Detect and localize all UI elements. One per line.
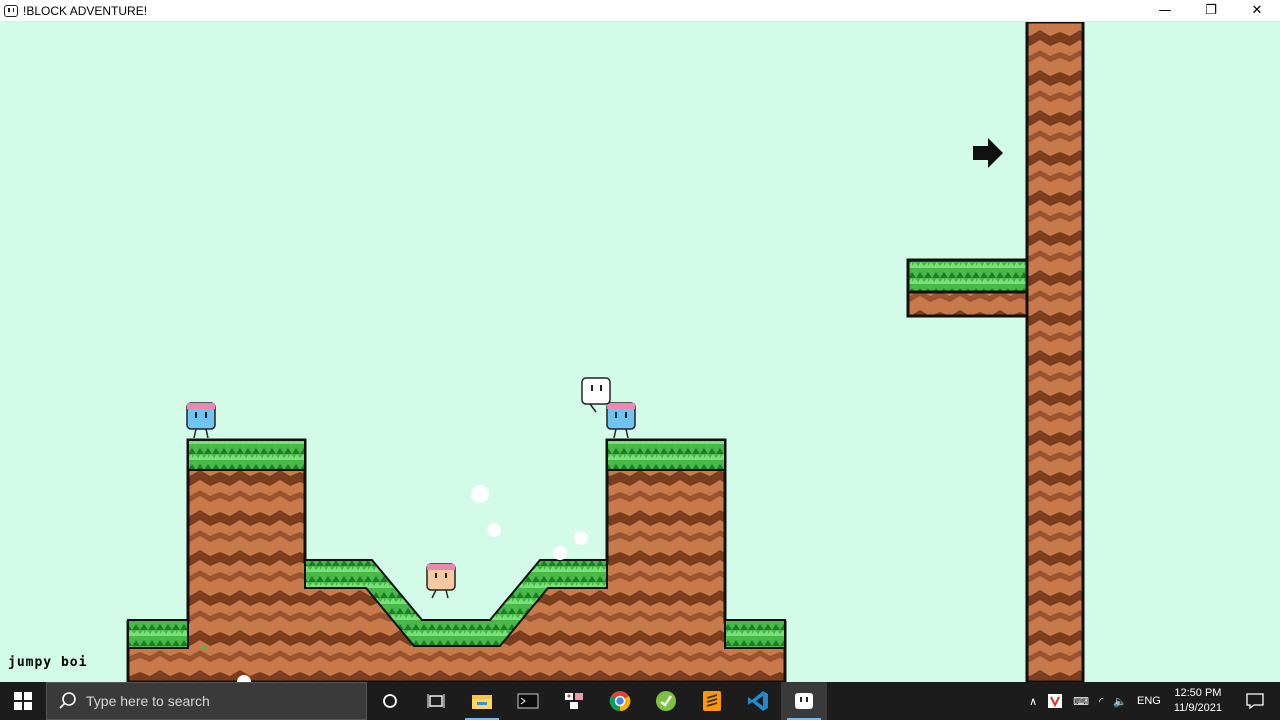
block-adventure-icon [795, 693, 813, 709]
system-tray: ∧ ⌨ ◜ 🔈 ENG 12:50 PM 11/9/2021 [1024, 682, 1280, 720]
restore-button[interactable]: ❐ [1188, 0, 1234, 21]
wifi-icon: ◜ [1099, 695, 1104, 708]
wifi-button[interactable]: ◜ [1094, 682, 1108, 720]
vscode-icon [748, 691, 768, 711]
app-icon [565, 693, 583, 709]
ground-terrain [126, 438, 787, 682]
task-view-button[interactable] [413, 682, 459, 720]
clock[interactable]: 12:50 PM 11/9/2021 [1166, 686, 1230, 716]
taskbar: Type here to search ∧ ⌨ ◜ 🔈 ENG 12:50 PM… [0, 682, 1280, 720]
search-placeholder: Type here to search [86, 693, 210, 709]
window-titlebar: !BLOCK ADVENTURE! — ❐ ✕ [0, 0, 1280, 22]
search-icon [59, 692, 76, 709]
misc-app-button[interactable] [551, 682, 597, 720]
ime-icon: ⌨ [1073, 695, 1090, 708]
file-explorer-button[interactable] [459, 682, 505, 720]
sublime-button[interactable] [689, 682, 735, 720]
file-explorer-icon [472, 695, 492, 709]
search-input[interactable]: Type here to search [46, 682, 367, 720]
chrome-icon [609, 691, 631, 712]
terminal-icon [517, 693, 539, 709]
sparkle [202, 645, 206, 649]
windows-logo-icon [14, 692, 32, 710]
app-icon [4, 4, 18, 17]
sublime-icon [703, 691, 721, 711]
minimize-button[interactable]: — [1142, 0, 1188, 21]
green-app-button[interactable] [643, 682, 689, 720]
notification-icon [1246, 693, 1264, 709]
clock-date: 11/9/2021 [1173, 702, 1222, 714]
vscode-button[interactable] [735, 682, 781, 720]
language-button[interactable]: ENG [1132, 682, 1166, 720]
cortana-button[interactable] [367, 682, 413, 720]
ime-button[interactable]: ⌨ [1068, 682, 1094, 720]
clock-time: 12:50 PM [1174, 687, 1222, 699]
chrome-button[interactable] [597, 682, 643, 720]
volume-icon: 🔈 [1113, 695, 1128, 708]
close-button[interactable]: ✕ [1234, 0, 1280, 21]
start-button[interactable] [0, 682, 46, 720]
enemy-blue-block-right [606, 402, 636, 439]
task-view-icon [427, 694, 445, 708]
tall-pillar [1025, 22, 1085, 682]
chevron-up-icon: ∧ [1029, 695, 1038, 708]
volume-button[interactable]: 🔈 [1108, 682, 1132, 720]
window-title: !BLOCK ADVENTURE! [23, 3, 148, 18]
floating-platform [906, 258, 1029, 318]
player-white-block [581, 377, 611, 413]
block-adventure-taskbar-button[interactable] [781, 682, 827, 720]
tray-app-button[interactable] [1042, 682, 1068, 720]
terminal-button[interactable] [505, 682, 551, 720]
vivaldi-icon [1048, 694, 1063, 708]
enemy-peach-block [426, 563, 456, 599]
game-scene [126, 22, 1085, 682]
player-name-label: jumpy boi [8, 655, 88, 670]
game-canvas[interactable]: jumpy boi [0, 22, 1280, 682]
window-controls: — ❐ ✕ [1142, 0, 1280, 21]
notifications-button[interactable] [1230, 682, 1280, 720]
enemy-blue-block-left [186, 402, 216, 439]
cortana-icon [383, 694, 397, 708]
arrow-right-icon [973, 138, 1003, 168]
app-green-icon [656, 691, 676, 711]
tray-overflow-button[interactable]: ∧ [1024, 682, 1042, 720]
